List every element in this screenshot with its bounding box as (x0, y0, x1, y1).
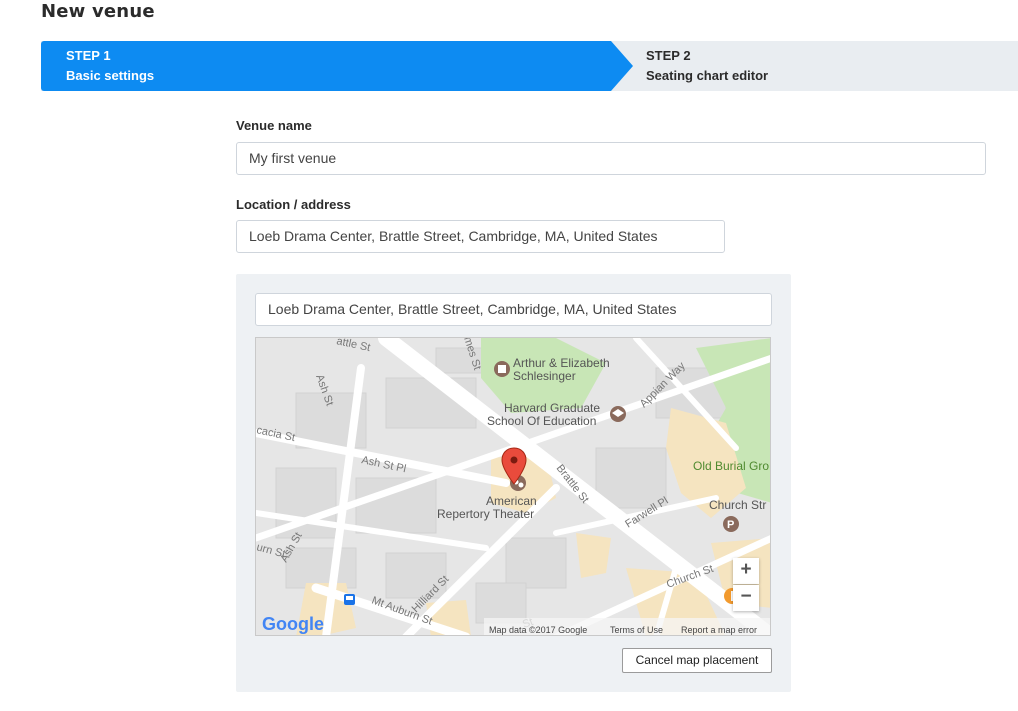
location-label: Location / address (236, 197, 351, 212)
harvard-label-2: School Of Education (487, 414, 596, 428)
schlesinger-label-1: Arthur & Elizabeth (513, 356, 610, 370)
wizard-step-2[interactable]: STEP 2 Seating chart editor (646, 41, 1006, 91)
church-str-label: Church Str (709, 498, 766, 512)
venue-name-label: Venue name (236, 118, 312, 133)
theater-label-2: Repertory Theater (437, 507, 534, 521)
schlesinger-label-2: Schlesinger (513, 369, 576, 383)
venue-name-input[interactable]: My first venue (236, 142, 986, 175)
step-2-number: STEP 2 (646, 48, 691, 63)
terms-of-use-link[interactable]: Terms of Use (610, 625, 663, 635)
library-icon (494, 361, 510, 377)
harvard-label-1: Harvard Graduate (504, 401, 600, 415)
old-burial-ground-label: Old Burial Gro (693, 459, 769, 473)
report-map-error-link[interactable]: Report a map error (681, 625, 757, 635)
step-1-number: STEP 1 (66, 48, 111, 63)
theater-label-1: American (486, 494, 537, 508)
cancel-map-placement-button[interactable]: Cancel map placement (622, 648, 772, 673)
step-1-label: Basic settings (66, 68, 155, 83)
step-wizard: STEP 1 Basic settings STEP 2 Seating cha… (41, 41, 1018, 91)
page-title: New venue (41, 1, 155, 22)
zoom-in-button[interactable]: + (733, 558, 759, 584)
wizard-step-1[interactable]: STEP 1 Basic settings (41, 41, 611, 91)
map-data-attribution: Map data ©2017 Google (489, 625, 587, 635)
map-view[interactable]: Ash St Ash St cacia St Ash St Pl Hilliar… (255, 337, 771, 636)
map-search-input[interactable]: Loeb Drama Center, Brattle Street, Cambr… (255, 293, 772, 326)
step-1-arrow (611, 41, 633, 91)
school-icon (610, 406, 626, 422)
step-2-label: Seating chart editor (646, 68, 769, 83)
location-input[interactable]: Loeb Drama Center, Brattle Street, Cambr… (236, 220, 725, 253)
parking-icon: P (723, 516, 739, 532)
svg-text:Google: Google (262, 614, 324, 634)
svg-text:P: P (727, 519, 734, 531)
zoom-out-button[interactable]: − (733, 585, 759, 611)
google-logo: Google (262, 614, 324, 634)
bus-stop-icon (344, 594, 355, 605)
